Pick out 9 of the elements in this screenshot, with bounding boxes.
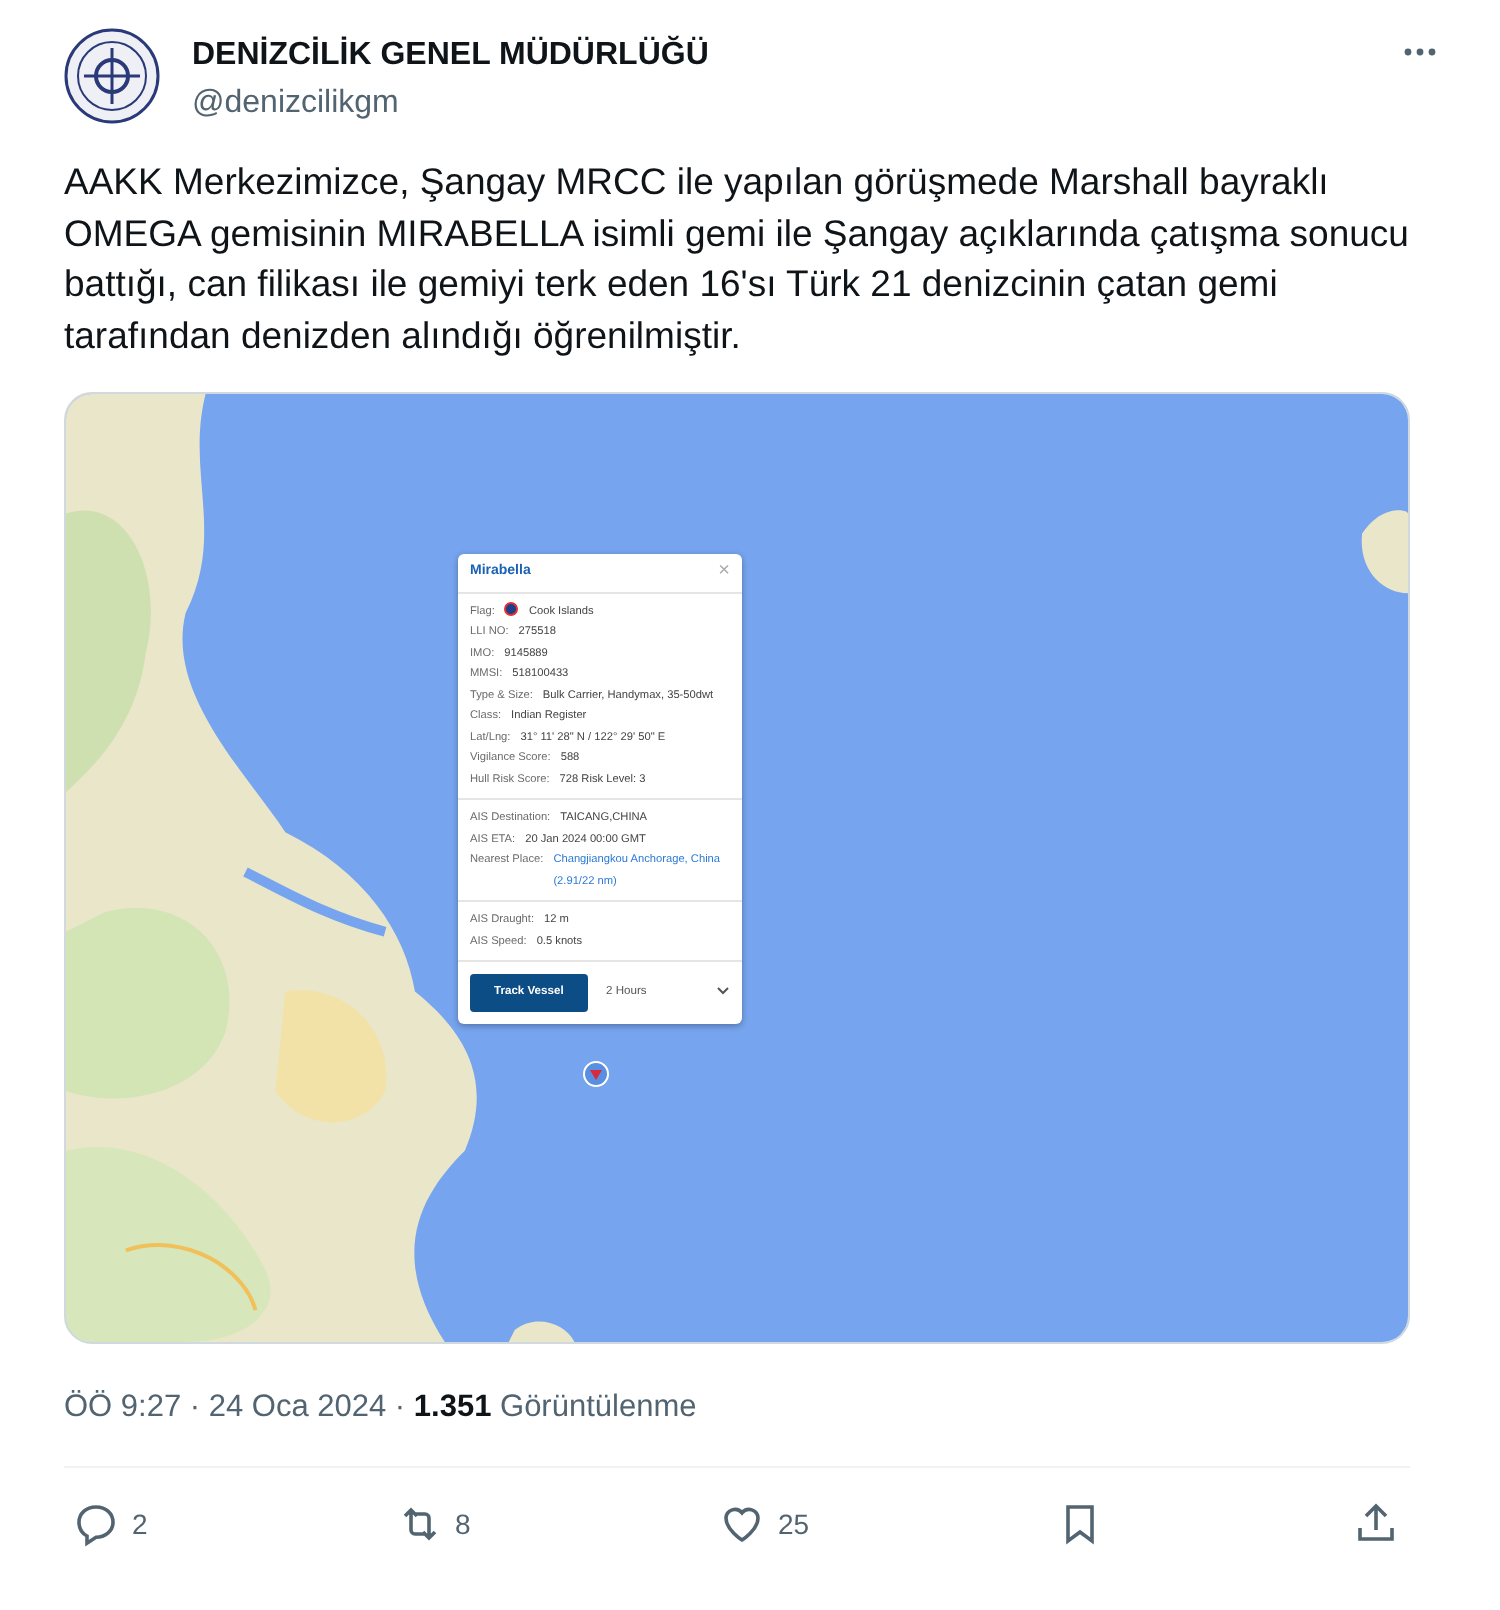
avatar-icon[interactable]	[64, 28, 160, 124]
reply-button[interactable]: 2	[72, 1500, 148, 1549]
like-button[interactable]: 25	[718, 1500, 810, 1549]
tweet-meta: ÖÖ 9:27 · 24 Oca 2024 · 1.351 Görüntülenme	[64, 1388, 699, 1428]
account-name[interactable]: DENİZCİLİK GENEL MÜDÜRLÜĞÜ	[192, 36, 1368, 76]
retweet-button[interactable]: 8	[395, 1500, 471, 1549]
reply-icon	[72, 1500, 120, 1549]
tweet-text: AAKK Merkezimizce, Şangay MRCC ile yapılan görüşmede Marshall bayraklı OMEGA gemisinin MIRABELLA isimli gemi ile Şangay açıklarında çatışma sonucu battığı, can filikası ile gemiyi terk eden 16'sı Türk 21 denizcinin çatan gemi tarafından denizden alındığı öğrenilmiştir.	[64, 158, 1411, 360]
account-handle[interactable]: @denizcilikgm	[192, 84, 1368, 124]
